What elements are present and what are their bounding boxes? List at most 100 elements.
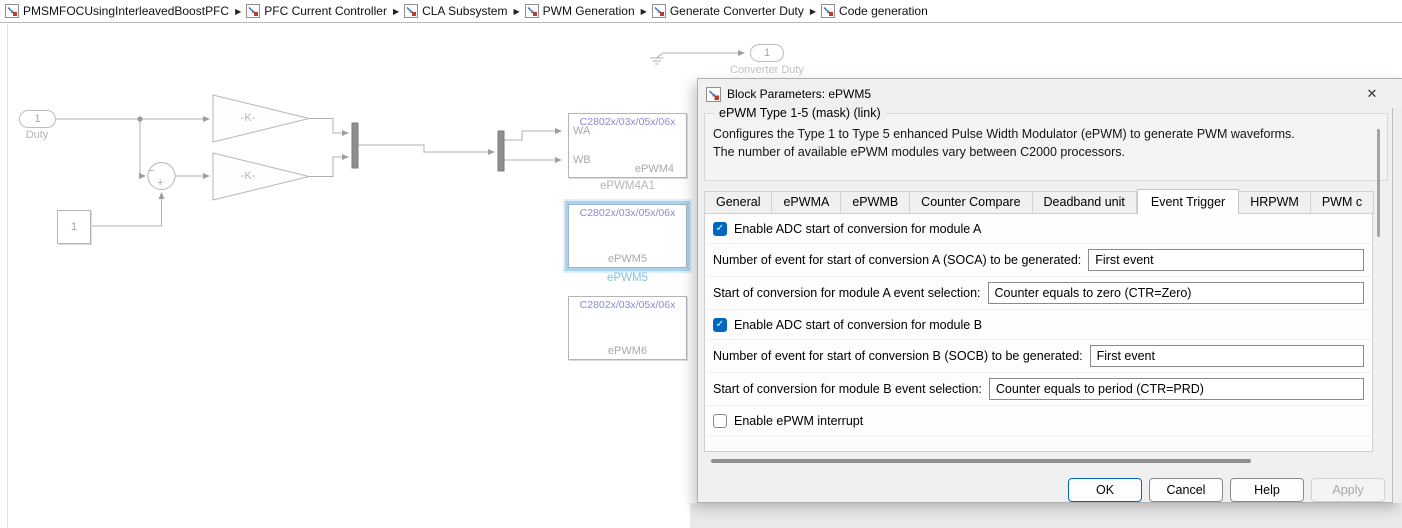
subsystem-icon	[246, 4, 260, 18]
help-button[interactable]: Help	[1230, 478, 1304, 502]
check-icon: ✓	[716, 319, 724, 330]
mask-description-group: ePWM Type 1-5 (mask) (link) Configures t…	[704, 113, 1388, 181]
subsystem-icon	[404, 4, 418, 18]
dialog-title: Block Parameters: ePWM5	[727, 87, 871, 101]
block-parameters-icon	[706, 87, 721, 102]
mask-group-title: ePWM Type 1-5 (mask) (link)	[714, 106, 886, 120]
subsystem-icon	[525, 4, 539, 18]
tab-content-panel: ✓ Enable ADC start of conversion for mod…	[704, 213, 1373, 452]
breadcrumb-label: PWM Generation	[543, 4, 635, 18]
tab-counter-compare[interactable]: Counter Compare	[910, 191, 1032, 214]
breadcrumb-separator-icon: ▶	[641, 7, 647, 16]
outport-label: Converter Duty	[716, 64, 818, 76]
breadcrumb-separator-icon: ▶	[393, 7, 399, 16]
breadcrumb-item-pwm-generation[interactable]: PWM Generation	[525, 4, 635, 18]
epwm4-port-wa: WA	[573, 125, 590, 137]
epwm5-chip-text: C2802x/03x/05x/06x	[569, 207, 686, 219]
socb-enable-label: Enable ADC start of conversion for modul…	[734, 318, 982, 332]
epwm5-block-label: ePWM5	[568, 272, 687, 284]
socb-count-label: Number of event for start of conversion …	[713, 349, 1083, 363]
tab-event-trigger[interactable]: Event Trigger	[1137, 189, 1239, 214]
tab-pwm-chopper[interactable]: PWM c	[1311, 191, 1374, 214]
breadcrumb-item-generate-converter-duty[interactable]: Generate Converter Duty	[652, 4, 804, 18]
breadcrumb: PMSMFOCUsingInterleavedBoostPFC ▶ PFC Cu…	[0, 0, 1402, 23]
breadcrumb-item-cla-subsystem[interactable]: CLA Subsystem	[404, 4, 507, 18]
canvas-edge	[7, 24, 8, 528]
tab-epwma[interactable]: ePWMA	[772, 191, 841, 214]
soca-event-dropdown[interactable]: Counter equals to zero (CTR=Zero)	[988, 282, 1364, 304]
check-icon: ✓	[716, 223, 724, 234]
epwm4-block[interactable]: C2802x/03x/05x/06x WA WB ePWM4	[568, 113, 687, 178]
close-icon[interactable]: ✕	[1364, 86, 1380, 102]
breadcrumb-label: PFC Current Controller	[264, 4, 387, 18]
parameter-tabs: General ePWMA ePWMB Counter Compare Dead…	[704, 189, 1388, 214]
epwm4-block-label: ePWM4A1	[568, 180, 687, 192]
soca-event-value: Counter equals to zero (CTR=Zero)	[995, 286, 1192, 300]
tab-deadband-unit[interactable]: Deadband unit	[1033, 191, 1137, 214]
epwm5-block[interactable]: C2802x/03x/05x/06x ePWM5	[568, 204, 687, 268]
breadcrumb-item-code-generation[interactable]: Code generation	[821, 4, 928, 18]
mask-description-line1: Configures the Type 1 to Type 5 enhanced…	[713, 125, 1377, 143]
breadcrumb-label: Code generation	[839, 4, 928, 18]
socb-event-value: Counter equals to period (CTR=PRD)	[996, 382, 1204, 396]
socb-count-value: First event	[1097, 349, 1155, 363]
epwm6-block[interactable]: C2802x/03x/05x/06x ePWM6	[568, 296, 687, 360]
soca-count-value: First event	[1095, 253, 1153, 267]
epwm4-name: ePWM4	[635, 163, 674, 175]
breadcrumb-separator-icon: ▶	[810, 7, 816, 16]
field-row: ✓ Enable ADC start of conversion for mod…	[705, 310, 1372, 340]
cancel-button[interactable]: Cancel	[1149, 478, 1223, 502]
soca-event-label: Start of conversion for module A event s…	[713, 286, 981, 300]
subsystem-icon	[5, 4, 19, 18]
breadcrumb-item-model[interactable]: PMSMFOCUsingInterleavedBoostPFC	[5, 4, 229, 18]
dialog-titlebar[interactable]: Block Parameters: ePWM5 ✕	[698, 79, 1402, 109]
epwm-interrupt-label: Enable ePWM interrupt	[734, 414, 863, 428]
tab-general[interactable]: General	[704, 191, 772, 214]
field-row: Number of event for start of conversion …	[705, 244, 1372, 277]
epwm6-chip-text: C2802x/03x/05x/06x	[569, 299, 686, 311]
socb-event-dropdown[interactable]: Counter equals to period (CTR=PRD)	[989, 378, 1364, 400]
breadcrumb-label: Generate Converter Duty	[670, 4, 804, 18]
field-row: Number of event for start of conversion …	[705, 340, 1372, 373]
field-row: Enable ePWM interrupt	[705, 406, 1372, 436]
constant-block[interactable]: 1	[57, 210, 91, 244]
epwm6-name: ePWM6	[569, 345, 686, 357]
breadcrumb-separator-icon: ▶	[235, 7, 241, 16]
socb-event-label: Start of conversion for module B event s…	[713, 382, 982, 396]
window-background	[690, 503, 1402, 528]
soca-count-dropdown[interactable]: First event	[1088, 249, 1364, 271]
field-row: Start of conversion for module A event s…	[705, 277, 1372, 310]
epwm-interrupt-checkbox[interactable]	[713, 414, 727, 428]
field-row: Start of conversion for module B event s…	[705, 373, 1372, 406]
field-row: ✓ Enable ADC start of conversion for mod…	[705, 214, 1372, 244]
ok-button[interactable]: OK	[1068, 478, 1142, 502]
gain-block-label: -K-	[223, 170, 273, 182]
breadcrumb-item-pfc-current-controller[interactable]: PFC Current Controller	[246, 4, 387, 18]
inport-block-duty[interactable]: 1	[19, 110, 56, 128]
soca-enable-checkbox[interactable]: ✓	[713, 222, 727, 236]
breadcrumb-label: CLA Subsystem	[422, 4, 507, 18]
subsystem-icon	[821, 4, 835, 18]
socb-count-dropdown[interactable]: First event	[1090, 345, 1364, 367]
epwm4-port-wb: WB	[573, 154, 591, 166]
gain-block-label: -K-	[223, 112, 273, 124]
sum-minus-sign: −	[148, 165, 154, 177]
mask-description-line2: The number of available ePWM modules var…	[713, 143, 1377, 161]
tab-hrpwm[interactable]: HRPWM	[1239, 191, 1311, 214]
epwm5-name: ePWM5	[569, 253, 686, 265]
horizontal-scrollbar[interactable]	[711, 459, 1251, 463]
socb-enable-checkbox[interactable]: ✓	[713, 318, 727, 332]
breadcrumb-label: PMSMFOCUsingInterleavedBoostPFC	[23, 4, 229, 18]
dialog-edge-scrollbar-track[interactable]	[1392, 108, 1402, 503]
subsystem-icon	[652, 4, 666, 18]
tab-epwmb[interactable]: ePWMB	[841, 191, 910, 214]
soca-count-label: Number of event for start of conversion …	[713, 253, 1081, 267]
inport-label: Duty	[14, 129, 60, 141]
vertical-scrollbar[interactable]	[1377, 129, 1380, 237]
soca-enable-label: Enable ADC start of conversion for modul…	[734, 222, 981, 236]
apply-button[interactable]: Apply	[1311, 478, 1385, 502]
block-parameters-dialog: Block Parameters: ePWM5 ✕ ePWM Type 1-5 …	[697, 78, 1402, 503]
sum-plus-sign: +	[157, 177, 163, 189]
breadcrumb-separator-icon: ▶	[513, 7, 519, 16]
outport-block-converter-duty[interactable]: 1	[750, 44, 784, 62]
